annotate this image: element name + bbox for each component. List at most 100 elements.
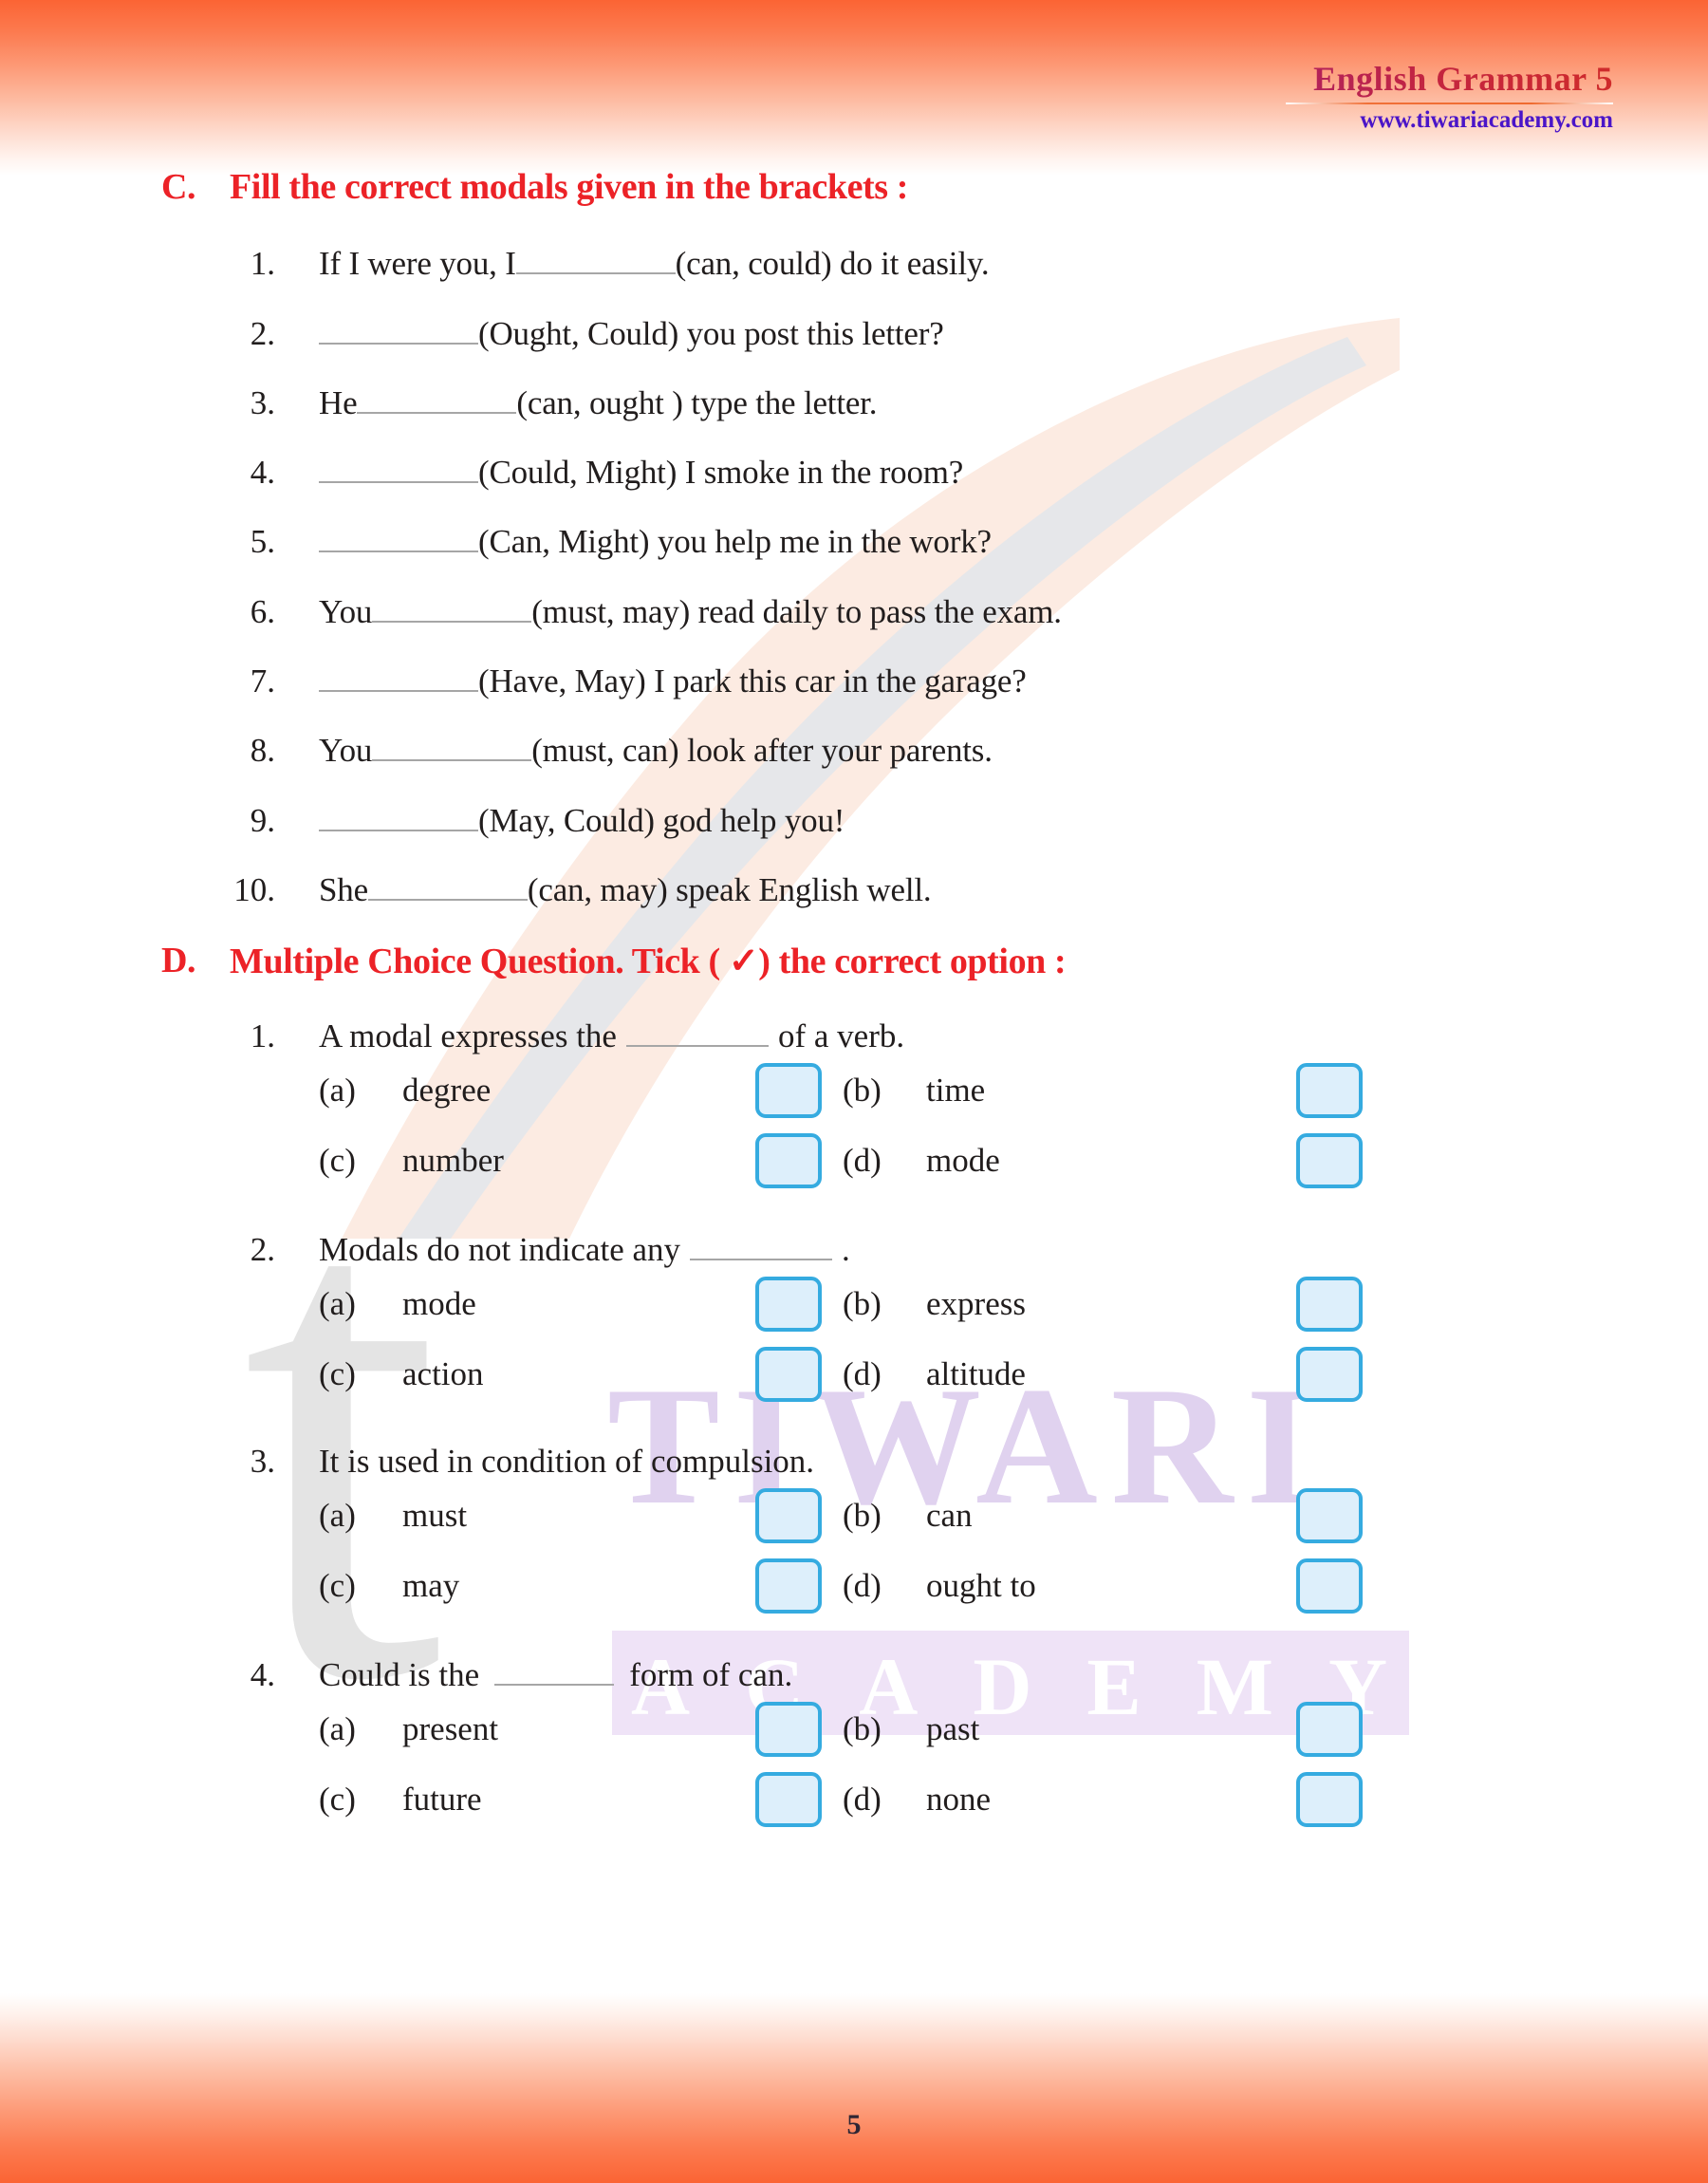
section-d-heading: D. Multiple Choice Question. Tick ( ✓) t… — [161, 940, 1067, 982]
answer-blank[interactable] — [372, 733, 532, 761]
mcq-number: 1. — [250, 1017, 275, 1054]
mcq-question: 4. Could is the form of can. (a) present… — [228, 1585, 1363, 1835]
answer-blank[interactable] — [690, 1232, 833, 1260]
item-text-post: (must, may) read daily to pass the exam. — [531, 593, 1062, 630]
answer-blank[interactable] — [319, 663, 478, 692]
item-number: 8. — [250, 732, 275, 769]
question-row: 9. (May, Could) god help you! — [228, 802, 845, 840]
option-tag: (a) — [319, 1072, 356, 1109]
option-checkbox[interactable] — [755, 1277, 822, 1332]
option-label: action — [402, 1355, 484, 1392]
option-checkbox[interactable] — [1296, 1133, 1363, 1188]
section-c-heading: C. Fill the correct modals given in the … — [161, 166, 908, 208]
item-text-post: (May, Could) god help you! — [478, 802, 845, 839]
mcq-stem: 4. Could is the form of can. — [228, 1656, 1363, 1694]
answer-blank[interactable] — [367, 872, 528, 901]
answer-blank[interactable] — [494, 1657, 615, 1686]
question-row: 1. If I were you, I (can, could) do it e… — [228, 245, 990, 283]
answer-blank[interactable] — [319, 803, 478, 831]
mcq-question: 1. A modal expresses the of a verb. (a) … — [228, 1017, 1363, 1196]
option-checkbox[interactable] — [1296, 1772, 1363, 1827]
option-label: express — [926, 1285, 1026, 1322]
answer-blank[interactable] — [357, 385, 517, 414]
option-tag: (a) — [319, 1285, 356, 1322]
mcq-stem-post: form of can. — [629, 1656, 793, 1693]
worksheet-page: t TIWARI ACADEMY English Grammar 5 www.t… — [0, 0, 1708, 2183]
item-text-pre: If I were you, I — [319, 245, 516, 282]
option-tag: (c) — [319, 1781, 356, 1818]
item-number: 10. — [233, 871, 275, 908]
option-checkbox[interactable] — [1296, 1488, 1363, 1543]
item-number: 1. — [250, 245, 275, 282]
option-checkbox[interactable] — [755, 1133, 822, 1188]
option-checkbox[interactable] — [1296, 1063, 1363, 1118]
mcq-stem-post: of a verb. — [777, 1017, 905, 1054]
option-label: present — [402, 1710, 499, 1747]
option-tag: (c) — [319, 1355, 356, 1392]
item-text-post: (Could, Might) I smoke in the room? — [478, 454, 964, 491]
mcq-stem: 1. A modal expresses the of a verb. — [228, 1017, 1363, 1055]
website-link[interactable]: www.tiwariacademy.com — [1025, 107, 1613, 134]
mcq-number: 4. — [250, 1656, 275, 1693]
question-row: 3. He (can, ought ) type the letter. — [228, 384, 878, 422]
option-checkbox[interactable] — [1296, 1277, 1363, 1332]
option-tag: (b) — [843, 1710, 882, 1747]
section-c-letter: C. — [161, 167, 196, 207]
answer-blank[interactable] — [319, 524, 478, 552]
option-checkbox[interactable] — [755, 1347, 822, 1402]
answer-blank[interactable] — [319, 455, 478, 483]
mcq-stem-pre: A modal expresses the — [319, 1017, 617, 1054]
mcq-option-row: (a) present (b) past — [228, 1694, 1363, 1764]
header-divider — [1286, 103, 1613, 104]
option-checkbox[interactable] — [755, 1063, 822, 1118]
option-tag: (d) — [843, 1355, 882, 1392]
option-label: future — [402, 1781, 482, 1818]
option-label: past — [926, 1710, 980, 1747]
mcq-option-row: (a) must (b) can — [228, 1481, 1363, 1551]
option-tag: (b) — [843, 1285, 882, 1322]
item-text-post: (can, could) do it easily. — [675, 245, 990, 282]
option-tag: (a) — [319, 1710, 356, 1747]
option-checkbox[interactable] — [1296, 1702, 1363, 1757]
option-tag: (b) — [843, 1072, 882, 1109]
option-label: must — [402, 1497, 468, 1534]
item-text-pre: She — [319, 871, 368, 908]
mcq-option-row: (a) degree (b) time — [228, 1055, 1363, 1126]
option-tag: (b) — [843, 1497, 882, 1534]
mcq-number: 2. — [250, 1231, 275, 1268]
question-row: 2. (Ought, Could) you post this letter? — [228, 315, 944, 353]
mcq-question: 2. Modals do not indicate any . (a) mode… — [228, 1231, 1363, 1409]
option-checkbox[interactable] — [755, 1772, 822, 1827]
section-d-title: Multiple Choice Question. Tick ( ✓) the … — [230, 942, 1067, 981]
book-title: English Grammar 5 — [1025, 59, 1613, 99]
item-text-pre: You — [319, 732, 373, 769]
option-label: number — [402, 1142, 504, 1179]
item-text-post: (Have, May) I park this car in the garag… — [478, 662, 1027, 700]
option-label: altitude — [926, 1355, 1026, 1392]
option-checkbox[interactable] — [1296, 1347, 1363, 1402]
mcq-number: 3. — [250, 1443, 275, 1480]
item-text-post: (can, may) speak English well. — [527, 871, 932, 908]
option-label: can — [926, 1497, 973, 1534]
answer-blank[interactable] — [515, 246, 676, 274]
mcq-option-row: (a) mode (b) express — [228, 1269, 1363, 1339]
mcq-option-row: (c) number (d) mode — [228, 1126, 1363, 1196]
answer-blank[interactable] — [372, 594, 532, 623]
option-checkbox[interactable] — [755, 1702, 822, 1757]
item-number: 9. — [250, 802, 275, 839]
question-row: 6. You (must, may) read daily to pass th… — [228, 593, 1062, 631]
item-number: 6. — [250, 593, 275, 630]
item-text-post: (Can, Might) you help me in the work? — [478, 523, 992, 560]
item-number: 4. — [250, 454, 275, 491]
item-text-pre: He — [319, 384, 358, 421]
item-text-post: (Ought, Could) you post this letter? — [478, 315, 944, 352]
question-row: 8. You (must, can) look after your paren… — [228, 732, 993, 770]
mcq-stem-pre: Could is the — [319, 1656, 480, 1693]
answer-blank[interactable] — [625, 1018, 769, 1047]
option-checkbox[interactable] — [755, 1488, 822, 1543]
item-number: 2. — [250, 315, 275, 352]
item-number: 7. — [250, 662, 275, 700]
answer-blank[interactable] — [319, 316, 478, 345]
mcq-stem-pre: Modals do not indicate any — [319, 1231, 681, 1268]
option-tag: (d) — [843, 1142, 882, 1179]
